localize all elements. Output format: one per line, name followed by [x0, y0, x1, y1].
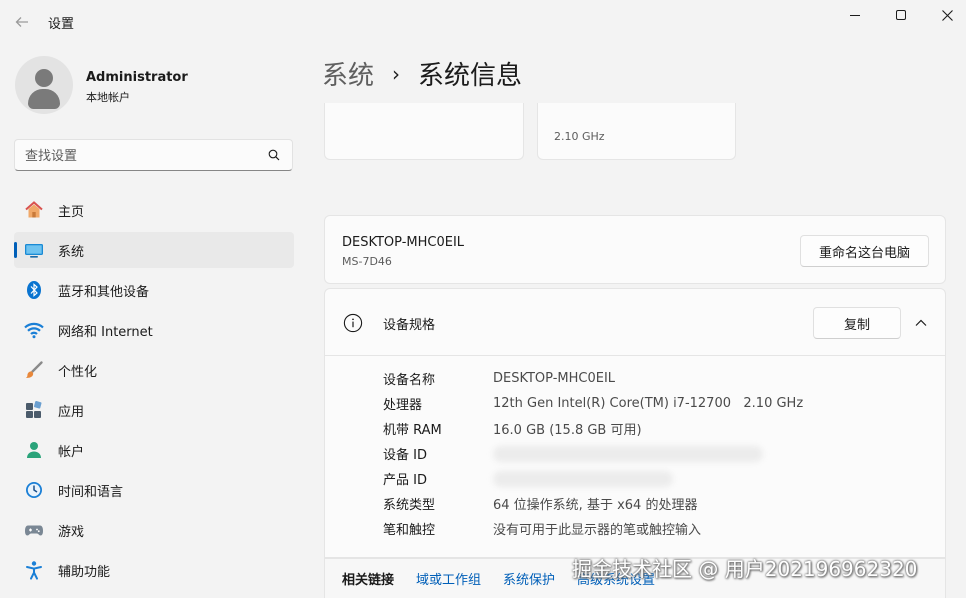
clock-globe-icon — [26, 482, 42, 498]
spec-label: 机带 RAM — [383, 423, 442, 438]
processor-summary-card: 2.10 GHz — [537, 103, 736, 160]
sidebar-item-label: 蓝牙和其他设备 — [58, 284, 150, 300]
spec-label: 设备 ID — [383, 448, 427, 463]
spec-value: 12th Gen Intel(R) Core(TM) i7-12700 2.10… — [493, 396, 804, 411]
account-icon — [27, 442, 41, 458]
sidebar-item-label: 个性化 — [58, 364, 98, 380]
sidebar-item-apps[interactable]: 应用 — [14, 392, 294, 428]
sidebar-item-label: 游戏 — [58, 524, 85, 540]
spec-row-pen-touch: 笔和触控 没有可用于此显示器的笔或触控输入 — [383, 516, 803, 541]
close-icon — [941, 9, 953, 21]
account-type: 本地帐户 — [86, 91, 130, 104]
device-specs-header[interactable]: 设备规格 复制 — [325, 289, 945, 356]
sidebar-item-label: 网络和 Internet — [58, 324, 153, 340]
accessibility-icon — [26, 561, 42, 580]
device-summary-card — [324, 103, 524, 160]
sidebar-item-bluetooth[interactable]: 蓝牙和其他设备 — [14, 272, 294, 308]
page-title: 系统信息 — [418, 61, 523, 91]
sidebar-item-label: 时间和语言 — [58, 484, 124, 500]
title-bar: 设置 — [0, 0, 966, 44]
device-specs-title: 设备规格 — [383, 318, 436, 333]
breadcrumb: 系统 › 系统信息 — [322, 55, 522, 92]
sidebar-item-network[interactable]: 网络和 Internet — [14, 312, 294, 348]
sidebar-nav: 主页 系统 蓝牙和其他设备 网络和 Internet 个性化 应用 帐户 时间和… — [14, 192, 294, 592]
pc-name: DESKTOP-MHC0EIL — [342, 235, 465, 250]
avatar-body-shape — [28, 89, 60, 109]
sidebar-item-gaming[interactable]: 游戏 — [14, 512, 294, 548]
gamepad-icon — [25, 525, 43, 536]
spec-label: 笔和触控 — [383, 523, 436, 538]
redacted-device-id — [493, 445, 763, 462]
sidebar-item-label: 辅助功能 — [58, 564, 111, 580]
link-domain-workgroup[interactable]: 域或工作组 — [416, 569, 481, 588]
watermark: 掘金技术社区 @ 用户202196962320 — [572, 557, 918, 581]
search-icon[interactable] — [268, 149, 280, 161]
sidebar-item-label: 系统 — [58, 244, 85, 260]
spec-row-device-name: 设备名称 DESKTOP-MHC0EIL — [383, 366, 803, 391]
sidebar-item-label: 帐户 — [58, 444, 85, 460]
user-name: Administrator — [86, 70, 188, 85]
copy-button[interactable]: 复制 — [813, 307, 901, 339]
sidebar-item-accounts[interactable]: 帐户 — [14, 432, 294, 468]
sidebar-item-label: 主页 — [58, 204, 85, 220]
spec-label: 处理器 — [383, 398, 423, 413]
sidebar-item-time-language[interactable]: 时间和语言 — [14, 472, 294, 508]
spec-label: 设备名称 — [383, 373, 436, 388]
sidebar-item-home[interactable]: 主页 — [14, 192, 294, 228]
apps-icon — [26, 400, 42, 418]
redacted-product-id — [493, 470, 673, 487]
spec-row-system-type: 系统类型 64 位操作系统, 基于 x64 的处理器 — [383, 491, 803, 516]
sidebar-item-personalization[interactable]: 个性化 — [14, 352, 294, 388]
spec-label: 产品 ID — [383, 473, 427, 488]
pc-name-card: DESKTOP-MHC0EIL MS-7D46 重命名这台电脑 — [324, 215, 946, 284]
maximize-icon — [896, 10, 906, 20]
related-links-title: 相关链接 — [342, 573, 395, 588]
settings-search[interactable] — [14, 139, 293, 171]
system-icon — [25, 244, 43, 258]
cpu-frequency: 2.10 GHz — [554, 130, 605, 143]
rename-pc-button[interactable]: 重命名这台电脑 — [800, 235, 929, 267]
app-title: 设置 — [48, 17, 75, 32]
sidebar-item-label: 应用 — [58, 404, 85, 420]
back-button[interactable] — [10, 10, 34, 34]
avatar-head-shape — [35, 69, 53, 87]
spec-row-processor: 处理器 12th Gen Intel(R) Core(TM) i7-12700 … — [383, 391, 803, 416]
back-arrow-icon — [15, 17, 28, 27]
sidebar-item-accessibility[interactable]: 辅助功能 — [14, 552, 294, 588]
breadcrumb-parent[interactable]: 系统 — [322, 55, 374, 92]
spec-list: 设备名称 DESKTOP-MHC0EIL 处理器 12th Gen Intel(… — [383, 366, 803, 541]
wifi-icon — [24, 322, 44, 339]
breadcrumb-separator: › — [392, 61, 401, 86]
link-system-protection[interactable]: 系统保护 — [503, 569, 555, 588]
search-input[interactable] — [25, 146, 255, 166]
spec-value: 64 位操作系统, 基于 x64 的处理器 — [493, 498, 698, 513]
minimize-icon — [850, 14, 860, 16]
spec-label: 系统类型 — [383, 498, 436, 513]
info-icon — [343, 313, 363, 333]
maximize-button[interactable] — [878, 0, 924, 30]
spec-value: 16.0 GB (15.8 GB 可用) — [493, 423, 642, 438]
close-button[interactable] — [924, 0, 966, 30]
sidebar-item-system[interactable]: 系统 — [14, 232, 294, 268]
pc-model: MS-7D46 — [342, 255, 392, 268]
bluetooth-icon — [27, 281, 41, 299]
spec-value: 没有可用于此显示器的笔或触控输入 — [493, 523, 702, 538]
spec-value: DESKTOP-MHC0EIL — [493, 371, 616, 386]
home-icon — [25, 201, 43, 218]
spec-row-device-id: 设备 ID — [383, 441, 803, 466]
spec-row-ram: 机带 RAM 16.0 GB (15.8 GB 可用) — [383, 416, 803, 441]
avatar[interactable] — [15, 56, 73, 114]
device-specs-card: 设备规格 复制 设备名称 DESKTOP-MHC0EIL 处理器 12th Ge… — [324, 288, 946, 558]
spec-row-product-id: 产品 ID — [383, 466, 803, 491]
brush-icon — [25, 361, 43, 378]
minimize-button[interactable] — [832, 0, 878, 30]
chevron-up-icon[interactable] — [911, 313, 931, 333]
